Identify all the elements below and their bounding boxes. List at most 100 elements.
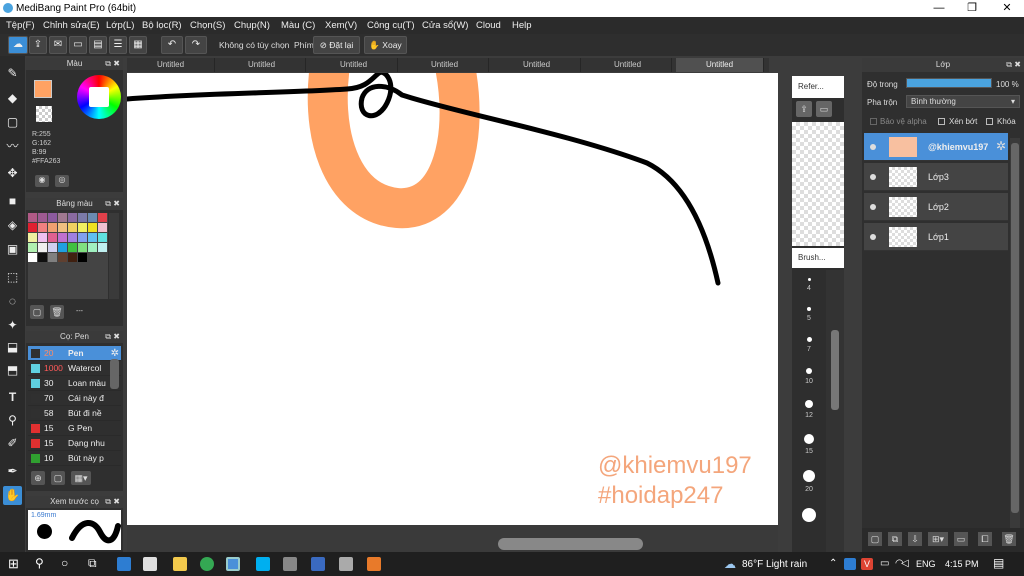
brush-item[interactable]: 20 Pen ✲ bbox=[28, 346, 121, 361]
cloud-icon[interactable]: ☁ bbox=[8, 36, 28, 54]
list-icon[interactable]: ☰ bbox=[109, 36, 127, 54]
brush-size-dot[interactable] bbox=[805, 400, 813, 408]
color-wheel-inner[interactable] bbox=[89, 87, 109, 107]
edge-icon[interactable] bbox=[117, 557, 131, 571]
lock-checkbox[interactable] bbox=[986, 118, 993, 125]
brush-size-scrollbar[interactable] bbox=[826, 270, 844, 552]
protect-alpha-checkbox[interactable] bbox=[870, 118, 877, 125]
palette-swatch[interactable] bbox=[48, 243, 57, 252]
brush-item[interactable]: 10 Bút này p bbox=[28, 451, 121, 466]
palette-swatch[interactable] bbox=[88, 223, 97, 232]
reference-upload-icon[interactable]: ⇪ bbox=[796, 101, 812, 117]
palette-swatch[interactable] bbox=[58, 213, 67, 222]
brush-size-dot[interactable] bbox=[807, 307, 811, 311]
brush-menu-icon[interactable]: ▦▾ bbox=[71, 471, 91, 485]
settings-icon[interactable] bbox=[339, 557, 353, 571]
brush-item[interactable]: 1000 Watercol bbox=[28, 361, 121, 376]
menu-window[interactable]: Cửa sổ(W) bbox=[422, 20, 468, 31]
blend-select[interactable]: Bình thường ▾ bbox=[906, 95, 1020, 108]
message-icon[interactable]: ▭ bbox=[69, 36, 87, 54]
brush-item[interactable]: 15 G Pen bbox=[28, 421, 121, 436]
palette-swatch[interactable] bbox=[38, 223, 47, 232]
select-pen-icon[interactable]: ⬓ bbox=[3, 338, 22, 357]
redo-icon[interactable]: ↷ bbox=[185, 36, 207, 54]
palette-swatch[interactable] bbox=[58, 253, 67, 262]
palette-swatch[interactable] bbox=[88, 243, 97, 252]
panel-close-icon[interactable]: ✖ bbox=[113, 58, 120, 70]
tab-untitled[interactable]: Untitled bbox=[584, 58, 672, 72]
add-layer-menu-icon[interactable]: ⊞▾ bbox=[928, 532, 948, 546]
palette-swatch[interactable] bbox=[58, 233, 67, 242]
palette-swatch[interactable] bbox=[78, 253, 87, 262]
skype-icon[interactable] bbox=[256, 557, 270, 571]
gear-icon[interactable]: ✲ bbox=[996, 139, 1006, 153]
menu-edit[interactable]: Chỉnh sửa(E) bbox=[43, 20, 100, 31]
tab-untitled[interactable]: Untitled bbox=[310, 58, 398, 72]
palette-swatch[interactable] bbox=[88, 233, 97, 242]
cortana-icon[interactable]: ○ bbox=[61, 556, 68, 570]
palette-swatch[interactable] bbox=[48, 253, 57, 262]
brush-item[interactable]: 15 Dạng nhu bbox=[28, 436, 121, 451]
rotate-button[interactable]: ✋ Xoay bbox=[364, 36, 407, 54]
volume-icon[interactable]: ◁ bbox=[901, 558, 909, 569]
clock[interactable]: 4:15 PM bbox=[945, 559, 979, 569]
palette-swatch[interactable] bbox=[78, 213, 87, 222]
bucket-tool-icon[interactable]: ◈ bbox=[3, 216, 22, 235]
reference-folder-icon[interactable]: ▭ bbox=[816, 101, 832, 117]
task-view-icon[interactable]: ⧉ bbox=[88, 556, 97, 571]
palette-swatch[interactable] bbox=[48, 233, 57, 242]
menu-view[interactable]: Xem(V) bbox=[325, 20, 357, 31]
new-layer-icon[interactable]: ▢ bbox=[868, 532, 882, 546]
eye-icon[interactable] bbox=[870, 234, 876, 240]
brush-item[interactable]: 70 Cái này đ bbox=[28, 391, 121, 406]
menu-help[interactable]: Help bbox=[512, 20, 532, 31]
brush-size-dot[interactable] bbox=[804, 434, 814, 444]
palette-swatch[interactable] bbox=[68, 253, 77, 262]
palette-swatch[interactable] bbox=[78, 233, 87, 242]
windows-start-icon[interactable]: ⊞ bbox=[8, 556, 19, 572]
eyedropper-tool-icon[interactable]: ✒ bbox=[3, 462, 22, 481]
layer-scrollbar[interactable] bbox=[1010, 138, 1020, 528]
undock-icon[interactable]: ⧉ bbox=[105, 331, 111, 343]
panel-close-icon[interactable]: ✖ bbox=[113, 198, 120, 210]
layer-row[interactable]: Lớp3 bbox=[864, 163, 1008, 191]
tab-untitled[interactable]: Untitled bbox=[493, 58, 581, 72]
undock-icon[interactable]: ⧉ bbox=[105, 58, 111, 70]
palette-swatch[interactable] bbox=[98, 233, 107, 242]
menu-snap[interactable]: Chụp(N) bbox=[234, 20, 270, 31]
layer-scroll-thumb[interactable] bbox=[1011, 143, 1019, 513]
palette-swatch[interactable] bbox=[38, 253, 47, 262]
brush-size-dot[interactable] bbox=[807, 278, 811, 281]
store-icon[interactable] bbox=[143, 557, 157, 571]
magic-wand-icon[interactable]: ✦ bbox=[3, 316, 22, 335]
brush-size-dot[interactable] bbox=[806, 337, 812, 342]
reset-button[interactable]: ⊘ Đặt lại bbox=[313, 36, 360, 54]
gradient-tool-icon[interactable]: ▣ bbox=[3, 240, 22, 259]
operation-tool-icon[interactable]: ⚲ bbox=[3, 411, 22, 430]
layer-row[interactable]: @khiemvu197 ✲ bbox=[864, 133, 1008, 161]
tab-untitled[interactable]: Untitled bbox=[218, 58, 306, 72]
file-explorer-icon[interactable] bbox=[173, 557, 187, 571]
color-mode-icon[interactable]: ◉ bbox=[35, 175, 49, 187]
palette-scrollbar[interactable] bbox=[109, 213, 119, 299]
brush-size-dot[interactable] bbox=[806, 368, 812, 374]
palette-swatch[interactable] bbox=[68, 233, 77, 242]
menu-tools[interactable]: Công cụ(T) bbox=[367, 20, 415, 31]
add-color-icon[interactable]: ▢ bbox=[30, 305, 44, 319]
chrome-icon[interactable] bbox=[200, 557, 214, 571]
tray-v-icon[interactable]: V bbox=[861, 558, 873, 570]
palette-swatch[interactable] bbox=[98, 213, 107, 222]
photos-icon[interactable] bbox=[311, 557, 325, 571]
language-indicator[interactable]: ENG bbox=[916, 559, 936, 569]
app-icon[interactable] bbox=[367, 557, 381, 571]
upload-icon[interactable]: ⇪ bbox=[29, 36, 47, 54]
panel-close-icon[interactable]: ✖ bbox=[1014, 58, 1021, 72]
horizontal-scrollbar[interactable] bbox=[498, 538, 643, 550]
folder-icon[interactable]: ▭ bbox=[954, 532, 968, 546]
battery-icon[interactable]: ▭ bbox=[880, 558, 889, 569]
comment-icon[interactable]: ✉ bbox=[49, 36, 67, 54]
palette-swatch[interactable] bbox=[98, 223, 107, 232]
brush-tool-icon[interactable]: ✎ bbox=[3, 64, 22, 83]
camera-icon[interactable] bbox=[283, 557, 297, 571]
panel-close-icon[interactable]: ✖ bbox=[113, 496, 120, 508]
